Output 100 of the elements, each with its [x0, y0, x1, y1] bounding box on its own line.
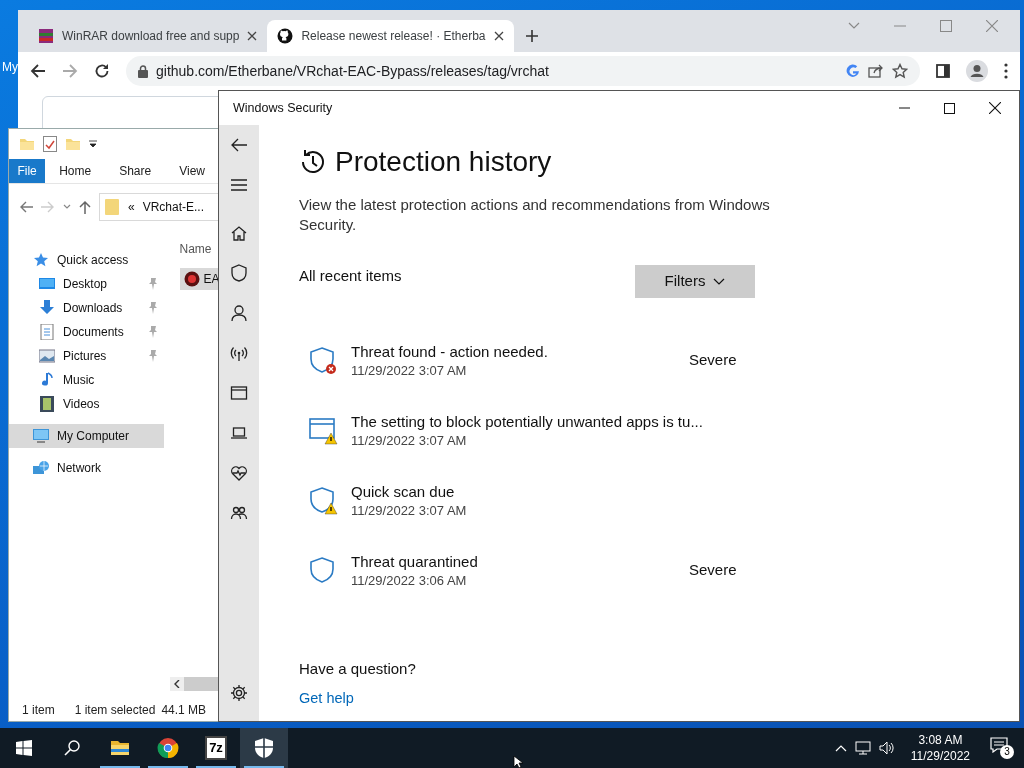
severity-label: Severe: [689, 560, 738, 581]
profile-icon[interactable]: [966, 60, 988, 82]
document-icon: [39, 324, 55, 340]
history-item[interactable]: Threat quarantined 11/29/2022 3:06 AM Severe: [299, 535, 769, 606]
chrome-icon: [157, 737, 179, 759]
windows-logo-icon: [16, 740, 32, 756]
section-label: All recent items: [299, 265, 402, 286]
film-icon: [39, 396, 55, 412]
nav-item[interactable]: Music: [9, 368, 164, 392]
item-date: 11/29/2022 3:06 AM: [351, 571, 468, 590]
back-icon[interactable]: [230, 136, 248, 154]
maximize-icon[interactable]: [944, 102, 955, 114]
history-item[interactable]: Quick scan due 11/29/2022 3:07 AM: [299, 465, 769, 536]
nav-item[interactable]: Downloads: [9, 296, 164, 320]
lock-icon: [138, 64, 148, 78]
clock[interactable]: 3:08 AM 11/29/2022: [902, 732, 978, 764]
wireless-icon[interactable]: [230, 344, 248, 362]
laptop-icon[interactable]: [230, 424, 248, 442]
item-title: Threat quarantined: [351, 551, 479, 572]
item-date: 11/29/2022 3:07 AM: [351, 361, 468, 380]
volume-icon[interactable]: [878, 741, 895, 755]
close-icon[interactable]: [493, 31, 504, 41]
chevron-down-icon[interactable]: [848, 22, 860, 30]
folder-icon: [104, 198, 120, 216]
item-date: 11/29/2022 3:07 AM: [351, 501, 468, 520]
chevron-down-icon[interactable]: [63, 204, 71, 210]
page-heading: Protection history: [335, 145, 552, 179]
star-icon: [33, 252, 49, 268]
severity-label: Severe: [689, 350, 738, 371]
history-item[interactable]: Threat found - action needed. 11/29/2022 3:07 AM Severe: [299, 325, 769, 396]
item-title: Threat found - action needed.: [351, 341, 549, 362]
reload-icon[interactable]: [94, 63, 110, 79]
new-tab-icon[interactable]: [524, 29, 539, 43]
nav-item[interactable]: Quick access: [9, 248, 164, 272]
settings-icon[interactable]: [230, 684, 248, 702]
cursor-icon: [513, 756, 525, 768]
app-logo-icon: [183, 271, 200, 287]
dropdown-icon[interactable]: [89, 140, 97, 148]
menu-icon[interactable]: [230, 176, 248, 194]
back-icon[interactable]: [30, 63, 46, 79]
shield-icon[interactable]: [230, 264, 248, 282]
description-text: View the latest protection actions and recommendations from Windows Security.: [299, 194, 771, 235]
g-logo-icon[interactable]: [846, 64, 860, 78]
item-title: Quick scan due: [351, 481, 456, 502]
item-title: The setting to block potentially unwanted apps is tu...: [351, 411, 704, 432]
side-panel-icon[interactable]: [936, 64, 950, 78]
window-icon[interactable]: [230, 384, 248, 402]
chevron-up-icon[interactable]: [834, 744, 847, 752]
person-icon[interactable]: [230, 304, 248, 322]
window-title: Windows Security: [233, 99, 333, 117]
status-text: 1 item: [22, 702, 55, 719]
nav-item[interactable]: My Computer: [9, 424, 164, 448]
ribbon-tab[interactable]: Home: [45, 159, 106, 183]
ribbon-tab[interactable]: Share: [105, 159, 166, 183]
nav-item[interactable]: Network: [9, 456, 164, 480]
up-arrow-icon[interactable]: [79, 200, 91, 214]
desktop-icon: [39, 276, 55, 292]
status-text: 1 item selected: [74, 702, 156, 719]
nav-item[interactable]: Videos: [9, 392, 164, 416]
taskbar-app[interactable]: 7z: [192, 728, 240, 768]
cat-logo-icon: [277, 28, 294, 44]
history-clock-icon: [299, 147, 327, 176]
network-icon[interactable]: [854, 741, 871, 755]
home-icon[interactable]: [230, 224, 248, 242]
history-item[interactable]: The setting to block potentially unwanted apps is tu... 11/29/2022 3:07 AM: [299, 395, 769, 466]
filters-button[interactable]: Filters: [635, 264, 755, 298]
music-note-icon: [39, 372, 55, 388]
nav-item[interactable]: Desktop: [9, 272, 164, 296]
chevron-left-icon: [173, 680, 180, 688]
shield-icon: [253, 737, 275, 759]
message-icon: [990, 737, 1008, 753]
browser-tab[interactable]: Release newest release! · Etherba: [267, 20, 514, 52]
properties-icon[interactable]: [43, 136, 57, 152]
address-bar[interactable]: github.com/Etherbane/VRchat-EAC-Bypass/releases/tag/vrchat: [126, 56, 920, 86]
download-arrow-icon: [39, 300, 55, 316]
more-menu-icon[interactable]: [1004, 63, 1008, 79]
people-icon[interactable]: [230, 504, 248, 522]
taskbar-app[interactable]: [240, 728, 288, 768]
status-text: 44.1 MB: [161, 702, 207, 719]
share-icon[interactable]: [868, 64, 884, 78]
heart-pulse-icon[interactable]: [230, 464, 248, 482]
notification-button[interactable]: 3: [990, 737, 1014, 759]
desktop-icon-label[interactable]: My: [2, 60, 18, 74]
close-icon[interactable]: [247, 31, 258, 41]
column-header[interactable]: Name: [163, 224, 219, 258]
nav-item[interactable]: Pictures: [9, 344, 164, 368]
scrollbar-thumb[interactable]: [183, 677, 219, 691]
file-menu-tab[interactable]: File: [9, 159, 46, 183]
question-heading: Have a question?: [299, 658, 417, 679]
network-icon: [33, 460, 49, 476]
nav-item[interactable]: Documents: [9, 320, 164, 344]
close-icon[interactable]: [989, 102, 1001, 114]
address-field[interactable]: « VRchat-E...: [99, 193, 219, 221]
chevron-down-icon: [713, 277, 726, 285]
browser-tab[interactable]: WinRAR download free and supp: [28, 20, 268, 52]
help-link[interactable]: Get help: [299, 688, 354, 710]
star-icon[interactable]: [892, 63, 908, 79]
scroll-left-button[interactable]: [169, 677, 184, 691]
ribbon-tab[interactable]: View: [165, 159, 219, 183]
item-date: 11/29/2022 3:07 AM: [351, 431, 468, 450]
